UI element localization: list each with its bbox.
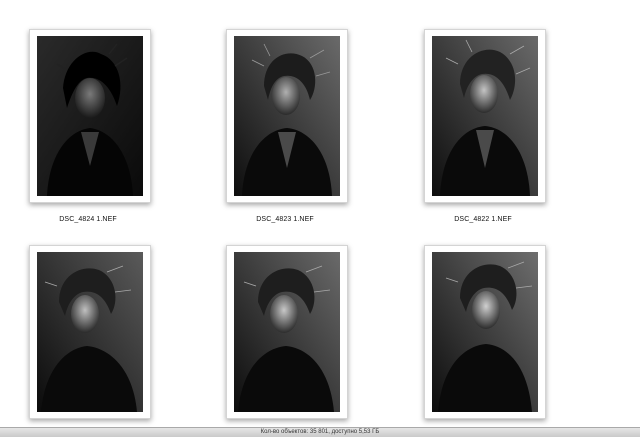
photo-thumbnail-icon [432, 36, 538, 196]
photo-thumbnail-icon [234, 252, 340, 412]
photo-thumbnail-frame[interactable] [424, 245, 546, 419]
file-item[interactable] [29, 245, 151, 432]
photo-thumbnail-frame[interactable] [29, 245, 151, 419]
finder-icon-view: DSC_4824 1.NEF DSC_4823 1.NEF DSC_4822 1… [0, 0, 640, 437]
file-name-label: DSC_4823 1.NEF [256, 216, 314, 223]
status-bar-text: Кол-во объектов: 35 801, доступно 5,53 Г… [260, 429, 380, 435]
photo-thumbnail-icon [432, 252, 538, 412]
file-item[interactable]: DSC_4823 1.NEF [226, 29, 348, 223]
photo-thumbnail-frame[interactable] [226, 29, 348, 203]
file-name-label: DSC_4824 1.NEF [59, 216, 117, 223]
photo-thumbnail-icon [234, 36, 340, 196]
file-item[interactable]: DSC_4824 1.NEF [29, 29, 151, 223]
file-item[interactable] [226, 245, 348, 432]
photo-thumbnail-frame[interactable] [424, 29, 546, 203]
photo-thumbnail-frame[interactable] [226, 245, 348, 419]
file-name-label: DSC_4822 1.NEF [454, 216, 512, 223]
photo-thumbnail-frame[interactable] [29, 29, 151, 203]
file-item[interactable]: DSC_4822 1.NEF [424, 29, 546, 223]
photo-thumbnail-icon [37, 252, 143, 412]
status-bar: Кол-во объектов: 35 801, доступно 5,53 Г… [0, 427, 640, 437]
photo-thumbnail-icon [37, 36, 143, 196]
file-item[interactable] [424, 245, 546, 432]
